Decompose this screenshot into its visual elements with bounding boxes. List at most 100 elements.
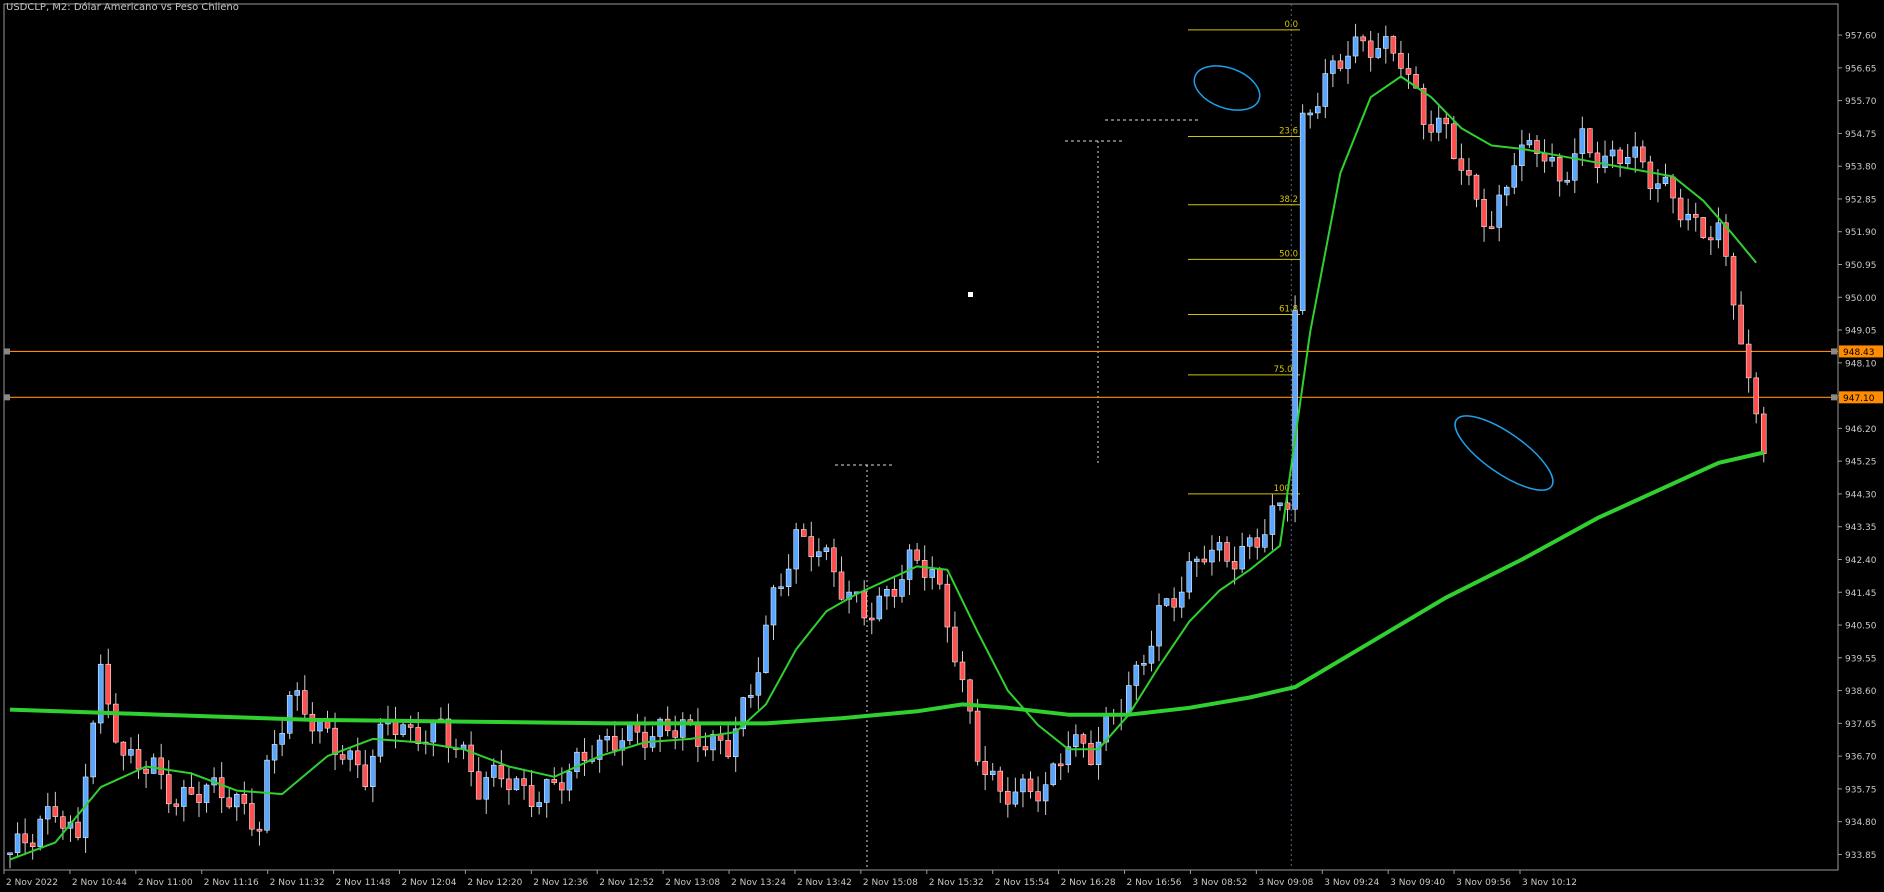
level-handle[interactable] [4, 348, 10, 355]
candle [1640, 140, 1646, 169]
candle-body [1095, 741, 1102, 766]
candle-body [1647, 161, 1654, 189]
candle [1428, 110, 1434, 142]
price-label: 947.10 [1843, 394, 1875, 404]
candle [816, 538, 822, 567]
candle [1375, 32, 1381, 60]
y-tick-label: 946.20 [1845, 425, 1877, 435]
candle-body [1602, 155, 1608, 169]
candle-body [521, 778, 527, 786]
candle [1481, 188, 1487, 242]
candle [914, 542, 920, 564]
candle-body [188, 787, 195, 795]
candle-body [1224, 542, 1230, 562]
candle-body [400, 724, 406, 735]
candle [838, 556, 845, 601]
candle-body [1556, 157, 1563, 182]
candle [256, 821, 263, 846]
candle [1624, 143, 1631, 168]
y-tick-label: 945.25 [1845, 458, 1877, 468]
level-handle[interactable] [1831, 394, 1837, 401]
candle [218, 762, 225, 814]
ellipse-annotation[interactable] [1188, 58, 1266, 119]
candle [717, 725, 724, 755]
candle-body [302, 690, 308, 715]
candle-body [1027, 778, 1034, 792]
candle-body [876, 595, 883, 620]
candle [1473, 173, 1480, 208]
candle [778, 573, 784, 597]
y-tick-label: 949.05 [1845, 327, 1877, 337]
candle [543, 778, 550, 818]
candle-body [869, 617, 875, 621]
horizontal-level[interactable]: 947.10 [4, 391, 1883, 404]
y-tick-label: 956.65 [1845, 64, 1877, 74]
candle-body [1708, 237, 1714, 241]
candle-body [1405, 68, 1412, 75]
candle [1617, 147, 1623, 177]
candle-body [14, 833, 21, 853]
candle-body [158, 757, 164, 775]
y-tick-label: 957.60 [1845, 32, 1877, 42]
candle-body [241, 793, 248, 804]
level-handle[interactable] [4, 394, 10, 401]
candle [339, 744, 346, 765]
candle-body [332, 727, 338, 755]
candle-body [831, 547, 837, 573]
candle [1005, 777, 1011, 818]
candle [740, 696, 747, 737]
candle [1201, 545, 1208, 565]
candle-body [181, 787, 187, 807]
candle [861, 580, 867, 626]
y-tick-label: 942.40 [1845, 556, 1877, 566]
ellipse-annotation[interactable] [1445, 403, 1563, 502]
candle-body [1186, 561, 1193, 593]
x-tick-label: 2 Nov 12:04 [401, 878, 456, 888]
candle [1148, 630, 1155, 672]
candle [1496, 184, 1502, 242]
candle-body [604, 735, 610, 741]
candle [929, 556, 935, 590]
candle-body [1503, 186, 1510, 196]
candle [748, 684, 754, 708]
candle-body [574, 751, 580, 773]
candle-body [695, 722, 701, 747]
candle-body [1458, 158, 1465, 171]
candle [680, 712, 686, 751]
candle [1602, 140, 1608, 174]
candle [1088, 730, 1094, 766]
candle [468, 731, 474, 787]
candle [173, 798, 180, 816]
candle [959, 651, 966, 693]
candle [113, 693, 119, 744]
candle [1254, 528, 1261, 560]
candle-body [725, 740, 731, 758]
price-chart[interactable]: 957.60 956.65 955.70 954.75 953.80 952.85 951.… [0, 0, 1884, 892]
candle-body [528, 785, 535, 807]
candle [226, 787, 232, 809]
candle-body [997, 770, 1004, 792]
candle-body [1269, 505, 1276, 535]
fibonacci-retracement[interactable]: 0.023.638.250.061.875.00100.0 [1188, 20, 1300, 495]
candle-body [279, 733, 285, 745]
candle-body [1564, 180, 1570, 183]
horizontal-level[interactable]: 948.43 [4, 345, 1883, 358]
candle-body [1201, 558, 1208, 563]
candle [67, 815, 74, 842]
candle [823, 544, 830, 561]
candle [1194, 556, 1200, 577]
candle [725, 725, 731, 759]
candle [317, 721, 323, 744]
candle [1020, 774, 1026, 808]
candle [128, 737, 134, 764]
candle [1564, 171, 1570, 186]
candle-body [1662, 176, 1669, 184]
candle-body [974, 710, 981, 762]
candle-body [135, 749, 142, 770]
candle-body [1390, 36, 1397, 54]
y-tick-label: 953.80 [1845, 163, 1877, 173]
candle [1443, 113, 1450, 139]
candle-body [1579, 128, 1586, 154]
candle-body [7, 852, 13, 855]
level-handle[interactable] [1831, 348, 1837, 355]
